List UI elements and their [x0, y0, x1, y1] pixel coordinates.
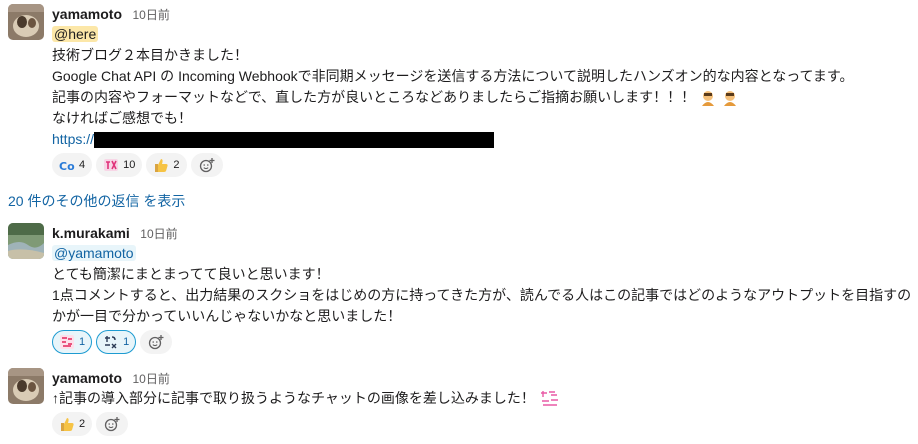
message-timestamp[interactable]: 10日前 [132, 8, 169, 22]
reaction-thumbsup[interactable]: 2 [52, 412, 93, 437]
message-timestamp[interactable]: 10日前 [132, 372, 169, 386]
article-link[interactable]: https:// [52, 131, 94, 147]
reaction-count: 10 [123, 159, 136, 171]
message-text-line: なければご感想でも！ [52, 110, 192, 126]
bowing-person-emoji [721, 89, 739, 107]
reaction-cool[interactable]: Cool 4 [52, 153, 93, 177]
message-text-line: 1点コメントすると、出力結果のスクショをはじめの方に持ってきた方が、読んでる人は… [52, 287, 912, 324]
add-reaction-button[interactable] [96, 412, 129, 437]
reaction-tashikani[interactable]: 1 [96, 330, 137, 354]
message-text-line: 記事の内容やフォーマットなどで、直した方が良いところなどありましたらご指摘お願い… [52, 89, 696, 105]
reaction-count: 2 [173, 159, 180, 171]
message-author[interactable]: yamamoto [52, 6, 122, 22]
avatar[interactable] [8, 4, 44, 40]
reactions-bar: Cool 4 10 2 [52, 153, 914, 179]
redacted-url [94, 132, 495, 149]
svg-text:Cool: Cool [59, 160, 75, 173]
message-author[interactable]: yamamoto [52, 370, 122, 386]
reaction-naruhodo[interactable]: 1 [52, 330, 93, 354]
reactions-bar: 2 [52, 412, 914, 438]
more-replies-link[interactable]: 20 件のその他の返信 を表示 [8, 191, 185, 211]
add-reaction-button[interactable] [140, 330, 173, 354]
tashikani-emoji [103, 334, 119, 350]
message-text-line: Google Chat API の Incoming Webhookで非同期メッ… [52, 68, 854, 84]
reaction-thumbsup[interactable]: 2 [146, 153, 187, 177]
thumbsup-emoji [153, 157, 169, 173]
message-text-line: 技術ブログ２本目かきました！ [52, 47, 248, 63]
add-emoji-icon [104, 416, 120, 432]
sugoi-emoji [103, 157, 119, 173]
avatar[interactable] [8, 368, 44, 404]
message-timestamp[interactable]: 10日前 [140, 227, 177, 241]
naruhodo-emoji [59, 334, 75, 350]
reaction-sugoi[interactable]: 10 [96, 153, 143, 177]
reaction-count: 1 [79, 336, 86, 348]
add-emoji-icon [148, 334, 164, 350]
mention-user[interactable]: @yamamoto [52, 245, 136, 261]
reaction-count: 2 [79, 418, 86, 431]
message-author[interactable]: k.murakami [52, 225, 130, 241]
cool-emoji: Cool [59, 157, 86, 173]
add-reaction-button[interactable] [190, 153, 223, 177]
thanks-emoji [538, 389, 561, 410]
add-emoji-icon [199, 157, 215, 173]
reaction-count: 1 [123, 336, 130, 348]
reaction-count: 4 [79, 159, 86, 171]
message-text-line: とても簡潔にまとまってて良いと思います！ [52, 266, 330, 282]
thumbsup-emoji [59, 416, 75, 432]
message-text-line: ↑記事の導入部分に記事で取り扱うようなチャットの画像を差し込みました！ [52, 390, 535, 406]
reactions-bar: 1 1 [52, 330, 914, 356]
mention-here[interactable]: @here [52, 26, 99, 42]
bowing-person-emoji [699, 89, 717, 107]
avatar[interactable] [8, 223, 44, 259]
